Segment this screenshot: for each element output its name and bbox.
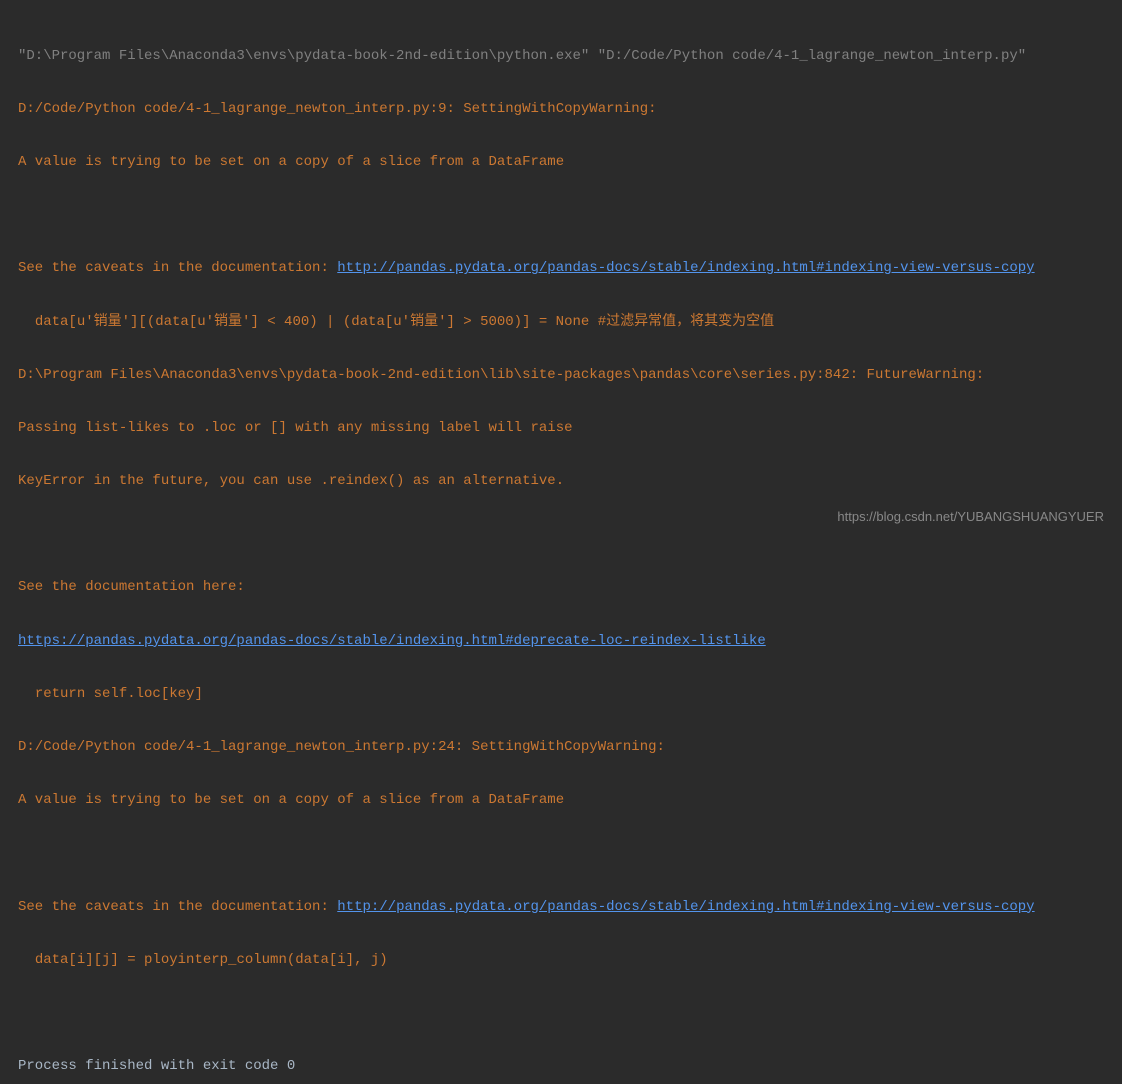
warning-caveats-3: See the caveats in the documentation: ht… [18, 894, 1104, 921]
doc-link-1[interactable]: http://pandas.pydata.org/pandas-docs/sta… [337, 260, 1034, 276]
caveats-text-3: See the caveats in the documentation: [18, 899, 337, 915]
warning-message-2b: KeyError in the future, you can use .rei… [18, 468, 1104, 495]
console-output: "D:\Program Files\Anaconda3\envs\pydata-… [18, 16, 1104, 1084]
doc-link-3[interactable]: http://pandas.pydata.org/pandas-docs/sta… [337, 899, 1034, 915]
watermark: https://blog.csdn.net/YUBANGSHUANGYUER [837, 505, 1104, 530]
warning-location-3: D:/Code/Python code/4-1_lagrange_newton_… [18, 734, 1104, 761]
doc-link-line-2: https://pandas.pydata.org/pandas-docs/st… [18, 628, 1104, 655]
warning-message-3: A value is trying to be set on a copy of… [18, 787, 1104, 814]
warning-code-2: return self.loc[key] [18, 681, 1104, 708]
warning-message-1: A value is trying to be set on a copy of… [18, 149, 1104, 176]
warning-blank-3 [18, 840, 1104, 867]
warning-message-2a: Passing list-likes to .loc or [] with an… [18, 415, 1104, 442]
warning-code-3: data[i][j] = ployinterp_column(data[i], … [18, 947, 1104, 974]
warning-location-1: D:/Code/Python code/4-1_lagrange_newton_… [18, 96, 1104, 123]
doc-link-2[interactable]: https://pandas.pydata.org/pandas-docs/st… [18, 633, 766, 649]
warning-code-1: data[u'销量'][(data[u'销量'] < 400) | (data[… [18, 309, 1104, 336]
caveats-text-1: See the caveats in the documentation: [18, 260, 337, 276]
warning-doc-here: See the documentation here: [18, 574, 1104, 601]
command-line: "D:\Program Files\Anaconda3\envs\pydata-… [18, 43, 1104, 70]
exit-code-line: Process finished with exit code 0 [18, 1053, 1104, 1080]
blank-line [18, 1000, 1104, 1027]
warning-location-2: D:\Program Files\Anaconda3\envs\pydata-b… [18, 362, 1104, 389]
warning-caveats-1: See the caveats in the documentation: ht… [18, 255, 1104, 282]
warning-blank-1 [18, 202, 1104, 229]
